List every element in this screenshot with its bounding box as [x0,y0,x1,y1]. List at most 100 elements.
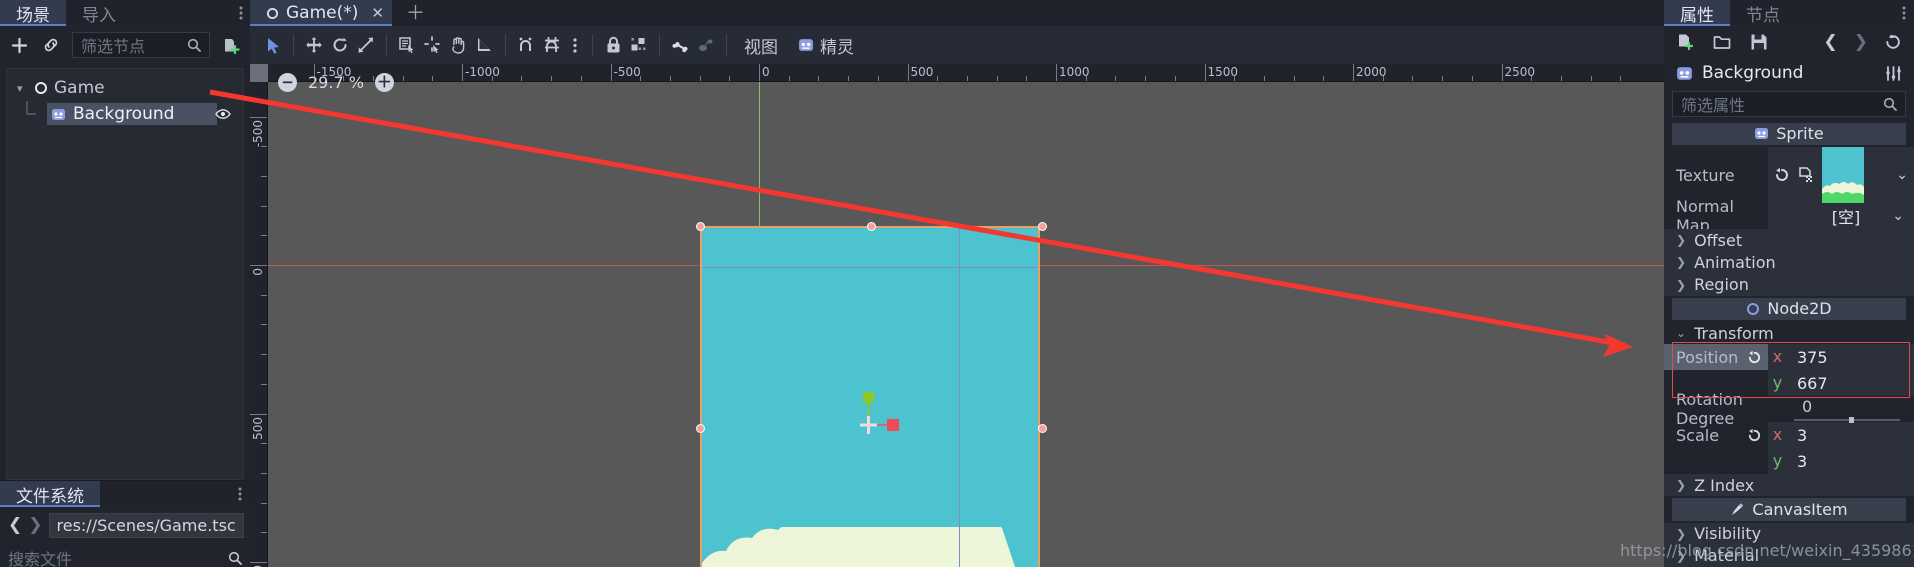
pan-tool-icon[interactable] [446,32,472,58]
resize-handle-mr[interactable] [1038,424,1047,433]
category-canvasitem[interactable]: CanvasItem [1672,498,1906,521]
quick-load-icon[interactable] [1798,167,1814,183]
revert-icon[interactable] [1747,428,1762,443]
chevron-right-icon: ❯ [1676,233,1687,248]
revert-icon[interactable] [1747,350,1762,365]
history-back-icon[interactable]: ❮ [1824,32,1838,52]
zoom-out-icon[interactable]: − [278,73,297,92]
resize-handle-tc[interactable] [867,222,876,231]
tab-scene[interactable]: 场景 [0,0,66,26]
scene-tab-game[interactable]: Game(*) ✕ [250,0,392,26]
menu-view[interactable]: 视图 [734,30,788,61]
sprite-icon [1754,126,1769,141]
chevron-down-icon[interactable]: ⌄ [1892,208,1904,224]
property-rotation[interactable]: Rotation Degree 0 [1664,390,1914,428]
property-normal-map[interactable]: Normal Map [空] ⌄ [1664,197,1914,235]
group-icon[interactable] [626,32,652,58]
ruler-corner [250,64,268,82]
new-resource-icon[interactable] [1676,33,1695,52]
tab-node[interactable]: 节点 [1730,0,1796,26]
bone-icon[interactable] [667,32,693,58]
history-forward-icon[interactable]: ❯ [1854,32,1868,52]
menu-sprite[interactable]: 精灵 [788,30,864,61]
filesystem-path[interactable]: res://Scenes/Game.tsc [48,512,244,538]
grid-snap-icon[interactable] [539,32,565,58]
save-resource-icon[interactable] [1750,33,1768,52]
filesystem-menu-icon[interactable] [230,481,250,507]
tab-inspector[interactable]: 属性 [1664,0,1730,26]
property-scale-y[interactable]: y 3 [1664,448,1914,475]
filter-properties-input[interactable]: 筛选属性 [1672,90,1906,117]
tree-item-background[interactable]: Background [7,101,243,127]
tab-import[interactable]: 导入 [66,0,132,26]
resize-handle-tl[interactable] [696,222,705,231]
property-texture[interactable]: Texture ⌄ [1664,147,1914,204]
resize-handle-tr[interactable] [1038,222,1047,231]
snap-mode-icon[interactable] [513,32,539,58]
add-scene-tab[interactable]: ＋ [391,0,439,26]
scale-x-value[interactable]: 3 [1787,422,1914,449]
object-tools-icon[interactable] [1885,65,1902,82]
ruler-tool-icon[interactable] [472,32,498,58]
ruler-minor-tick [261,443,267,445]
chevron-down-icon[interactable]: ⌄ [1896,167,1908,183]
tab-filesystem[interactable]: 文件系统 [0,481,100,507]
scene-tree[interactable]: ▾ Game Background [6,68,244,480]
transform-gizmo[interactable] [843,392,903,462]
rotation-value[interactable]: 0 [1794,397,1914,416]
tree-item-game-label: Game [54,78,105,98]
history-icon[interactable] [1884,33,1902,51]
property-scale-x[interactable]: Scale x 3 [1664,422,1914,449]
chevron-down-icon[interactable]: ▾ [17,82,28,95]
pivot-tool-icon[interactable] [420,32,446,58]
scale-y-value[interactable]: 3 [1787,448,1914,475]
close-icon[interactable]: ✕ [371,4,384,22]
zoom-in-icon[interactable]: ＋ [374,73,394,92]
category-node2d[interactable]: Node2D [1672,297,1906,320]
revert-icon[interactable] [1774,167,1790,183]
tab-import-label: 导入 [82,5,116,26]
ruler-minor-tick [261,532,267,534]
inspector-menu-icon[interactable] [1894,0,1914,26]
section-offset-label: Offset [1694,230,1743,250]
section-transform[interactable]: ⌄ Transform [1664,322,1914,344]
link-icon[interactable] [40,34,62,56]
scale-tool-icon[interactable] [353,32,379,58]
background-sprite[interactable] [696,222,1047,567]
texture-preview[interactable] [1822,147,1864,204]
canvas-area[interactable] [268,82,1664,567]
property-position-x[interactable]: Position x 375 [1664,344,1914,371]
chevron-left-icon[interactable]: ❮ [8,515,22,535]
open-resource-icon[interactable] [1713,33,1732,52]
canvas-viewport[interactable]: -1500 -1000 -500 0 500 1000 1500 2000 2500 -500 0… [250,64,1664,567]
instance-scene-icon[interactable] [220,34,242,56]
filter-nodes-input[interactable]: 筛选节点 [72,32,210,58]
select-tool-icon[interactable] [260,32,286,58]
rotate-tool-icon[interactable] [327,32,353,58]
position-y-value[interactable]: 667 [1787,370,1914,397]
lock-icon[interactable] [600,32,626,58]
filesystem-search-input[interactable]: 搜索文件 [8,543,242,567]
property-texture-label: Texture [1676,165,1735,185]
section-offset[interactable]: ❯ Offset [1664,229,1914,252]
section-animation[interactable]: ❯ Animation [1664,251,1914,274]
list-select-tool-icon[interactable] [394,32,420,58]
position-x-value[interactable]: 375 [1787,344,1914,371]
snap-options-icon[interactable] [565,32,585,58]
category-sprite[interactable]: Sprite [1672,122,1906,146]
eye-icon[interactable] [215,108,231,120]
rotation-slider[interactable] [1794,417,1900,424]
tree-item-game[interactable]: ▾ Game [7,75,243,101]
chevron-right-icon[interactable]: ❯ [28,515,42,535]
add-node-icon[interactable] [8,34,30,56]
scene-panel-menu-icon[interactable] [232,0,250,26]
position-property-group: Position x 375 y 667 [1664,342,1914,399]
zoom-controls[interactable]: − 29.7 % ＋ [278,73,394,92]
section-z-index[interactable]: ❯ Z Index [1664,474,1914,497]
sprite-icon [798,37,814,53]
property-position-y[interactable]: y 667 [1664,370,1914,397]
skeleton-icon[interactable] [693,32,719,58]
move-tool-icon[interactable] [301,32,327,58]
resize-handle-ml[interactable] [696,424,705,433]
section-region[interactable]: ❯ Region [1664,273,1914,296]
